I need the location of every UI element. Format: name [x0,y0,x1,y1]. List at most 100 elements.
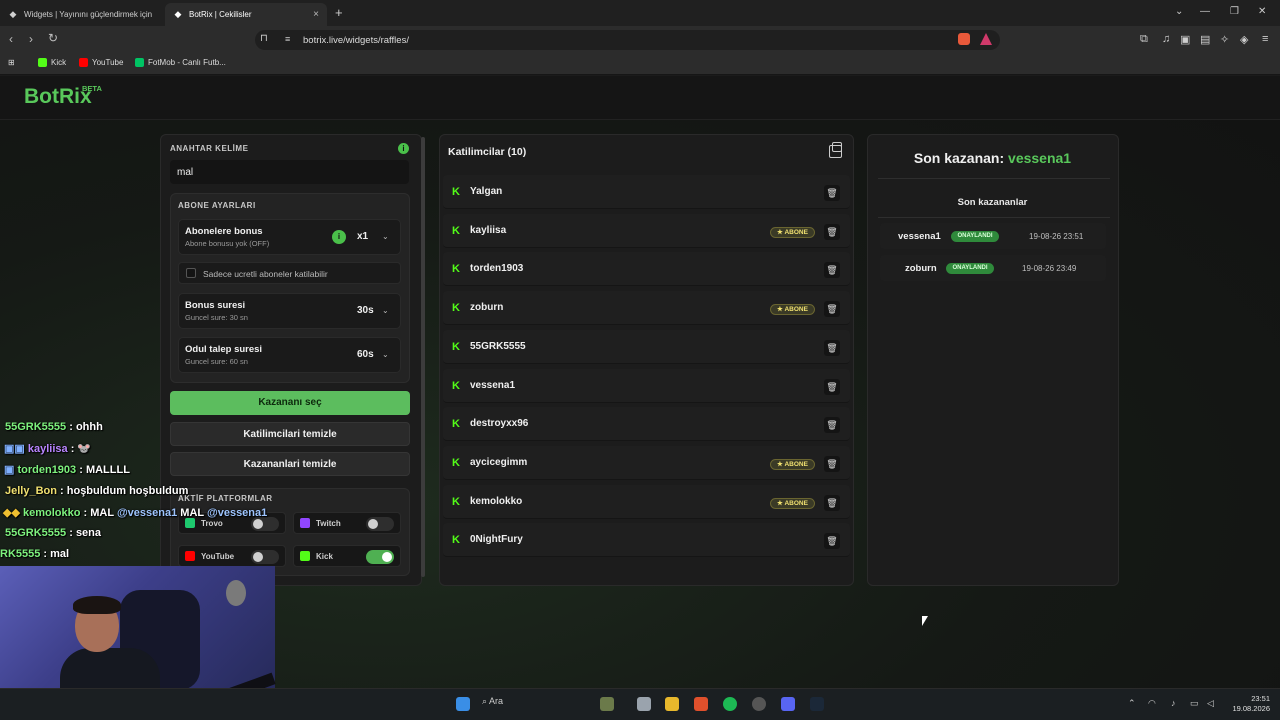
apps-icon[interactable]: ⊞ [8,58,15,67]
forward-icon[interactable]: › [29,32,33,46]
media-icon[interactable]: ♫ [1162,33,1170,45]
trash-icon[interactable]: 🗑 [824,455,840,472]
chat-message: : MAL [83,507,114,519]
chat-line: Jelly_Bon : hoşbuldum hoşbuldum [5,485,188,497]
copy-icon[interactable] [829,142,842,158]
new-tab-button[interactable]: + [335,5,343,20]
widgets-icon[interactable] [600,697,614,711]
bookmark-icon[interactable]: ⊓ [260,33,268,44]
brave-rewards-icon[interactable] [980,33,992,45]
kick-icon: K [452,534,460,547]
trovo-toggle[interactable] [251,517,279,531]
trash-icon[interactable]: 🗑 [824,494,840,511]
twitch-toggle[interactable] [366,517,394,531]
leo-icon[interactable]: ✧ [1220,33,1229,46]
close-window-button[interactable]: ✕ [1258,6,1266,17]
botrix-favicon-icon: ◆ [9,9,17,19]
kick-icon [300,551,310,561]
bonus-multiplier-select[interactable]: x1 [357,231,368,242]
clear-participants-button[interactable]: Katilimcilari temizle [170,422,410,446]
start-icon[interactable] [456,697,470,711]
trash-icon[interactable]: 🗑 [824,185,840,201]
platforms-label: AKTİF PLATFORMLAR [178,494,273,503]
kick-icon: K [452,186,460,198]
close-tab-icon[interactable]: × [313,9,319,20]
subscriber-badge: ★ ABONE [770,458,815,470]
volume-icon[interactable]: ◁ [1207,698,1214,709]
participant-row: Ktorden1903 🗑 [443,252,850,287]
maximize-button[interactable]: ❐ [1230,6,1239,17]
paid-only-checkbox[interactable] [186,268,196,278]
address-bar[interactable]: botrix.live/widgets/raffles/ [255,30,1000,50]
app-window: ◆ Widgets | Yayınını güçlendirmek için ◆… [0,0,1280,720]
task-view-icon[interactable] [637,697,651,711]
botrix-favicon-icon: ◆ [174,9,182,19]
trash-icon[interactable]: 🗑 [824,378,840,395]
trash-icon[interactable]: 🗑 [824,262,840,279]
obs-icon[interactable] [752,697,766,711]
trash-icon[interactable]: 🗑 [824,533,840,550]
tab-widgets[interactable]: ◆ Widgets | Yayınını güçlendirmek için [0,3,162,26]
wifi-icon[interactable]: ◠ [1148,698,1156,709]
back-icon[interactable]: ‹ [9,32,13,46]
participant-name: zoburn [470,302,504,314]
bookmark-fotmob[interactable]: FotMob - Canlı Futb... [135,58,226,67]
reload-icon[interactable]: ↻ [48,31,58,45]
chevron-up-icon[interactable]: ⌃ [1128,698,1136,709]
status-badge: ONAYLANDI [951,231,999,242]
recent-winners-label: Son kazananlar [957,197,1028,208]
claim-duration-select[interactable]: 60s [357,349,374,360]
trash-icon[interactable]: 🗑 [824,339,840,356]
divider [878,178,1110,179]
keyword-label: ANAHTAR KELİME [170,144,249,153]
menu-icon[interactable]: ≡ [1262,33,1268,45]
display-icon[interactable]: ▭ [1190,698,1199,709]
claim-duration-title: Odul talep suresi [185,344,263,355]
extensions-icon[interactable]: ⧉ [1140,33,1148,46]
kick-icon: K [452,224,460,237]
spotify-icon[interactable] [723,697,737,711]
trash-icon[interactable]: 🗑 [824,301,840,318]
chevron-down-icon[interactable]: ⌄ [382,350,389,359]
platform-kick: Kick [293,545,401,567]
chevron-down-icon[interactable]: ⌄ [382,306,389,315]
settings-scrollbar[interactable] [421,137,425,577]
bonus-info-icon[interactable]: i [332,230,346,244]
keyword-input[interactable]: mal [170,160,409,184]
taskbar-search[interactable]: ⌕ Ara [482,696,503,707]
subscriber-badge: ★ ABONE [770,226,815,238]
emote-icon: 🐭 [77,443,92,455]
brave-shields-icon[interactable] [958,33,970,45]
kick-toggle[interactable] [366,550,394,564]
participant-name: 0NightFury [470,534,523,546]
bookmark-label: YouTube [92,58,124,67]
clock[interactable]: 23:51 19.08.2026 [1230,694,1270,714]
vpn-icon[interactable]: ◈ [1240,33,1248,46]
sidebar-icon[interactable]: ▣ [1180,33,1190,46]
chevron-down-icon[interactable]: ⌄ [382,232,389,241]
tab-search-icon[interactable]: ⌄ [1175,6,1183,17]
participant-row: Kkemolokko ★ ABONE 🗑 [443,484,850,519]
clear-winners-button[interactable]: Kazananlari temizle [170,452,410,476]
wallet-icon[interactable]: ▤ [1200,33,1210,46]
trash-icon[interactable]: 🗑 [824,417,840,434]
bookmark-youtube[interactable]: YouTube [79,58,123,67]
clock-time: 23:51 [1251,694,1270,703]
microphone-icon[interactable]: ♪ [1171,698,1176,708]
chat-message: MAL [180,507,204,519]
discord-icon[interactable] [781,697,795,711]
tab-raffles[interactable]: ◆ BotRix | Cekilisler × [165,3,327,26]
chat-line: ▣▣ kayliisa : 🐭 [4,442,91,455]
file-explorer-icon[interactable] [665,697,679,711]
bookmark-kick[interactable]: Kick [38,58,66,67]
chat-user: 55GRK5555 [5,421,67,433]
brave-browser-icon[interactable] [694,697,708,711]
site-settings-icon[interactable]: ≡ [285,34,290,44]
pick-winner-button[interactable]: Kazananı seç [170,391,410,415]
info-icon[interactable]: i [398,143,409,154]
bonus-duration-select[interactable]: 30s [357,305,374,316]
trash-icon[interactable]: 🗑 [824,223,840,240]
youtube-toggle[interactable] [251,550,279,564]
minimize-button[interactable]: — [1200,6,1210,17]
steam-icon[interactable] [810,697,824,711]
